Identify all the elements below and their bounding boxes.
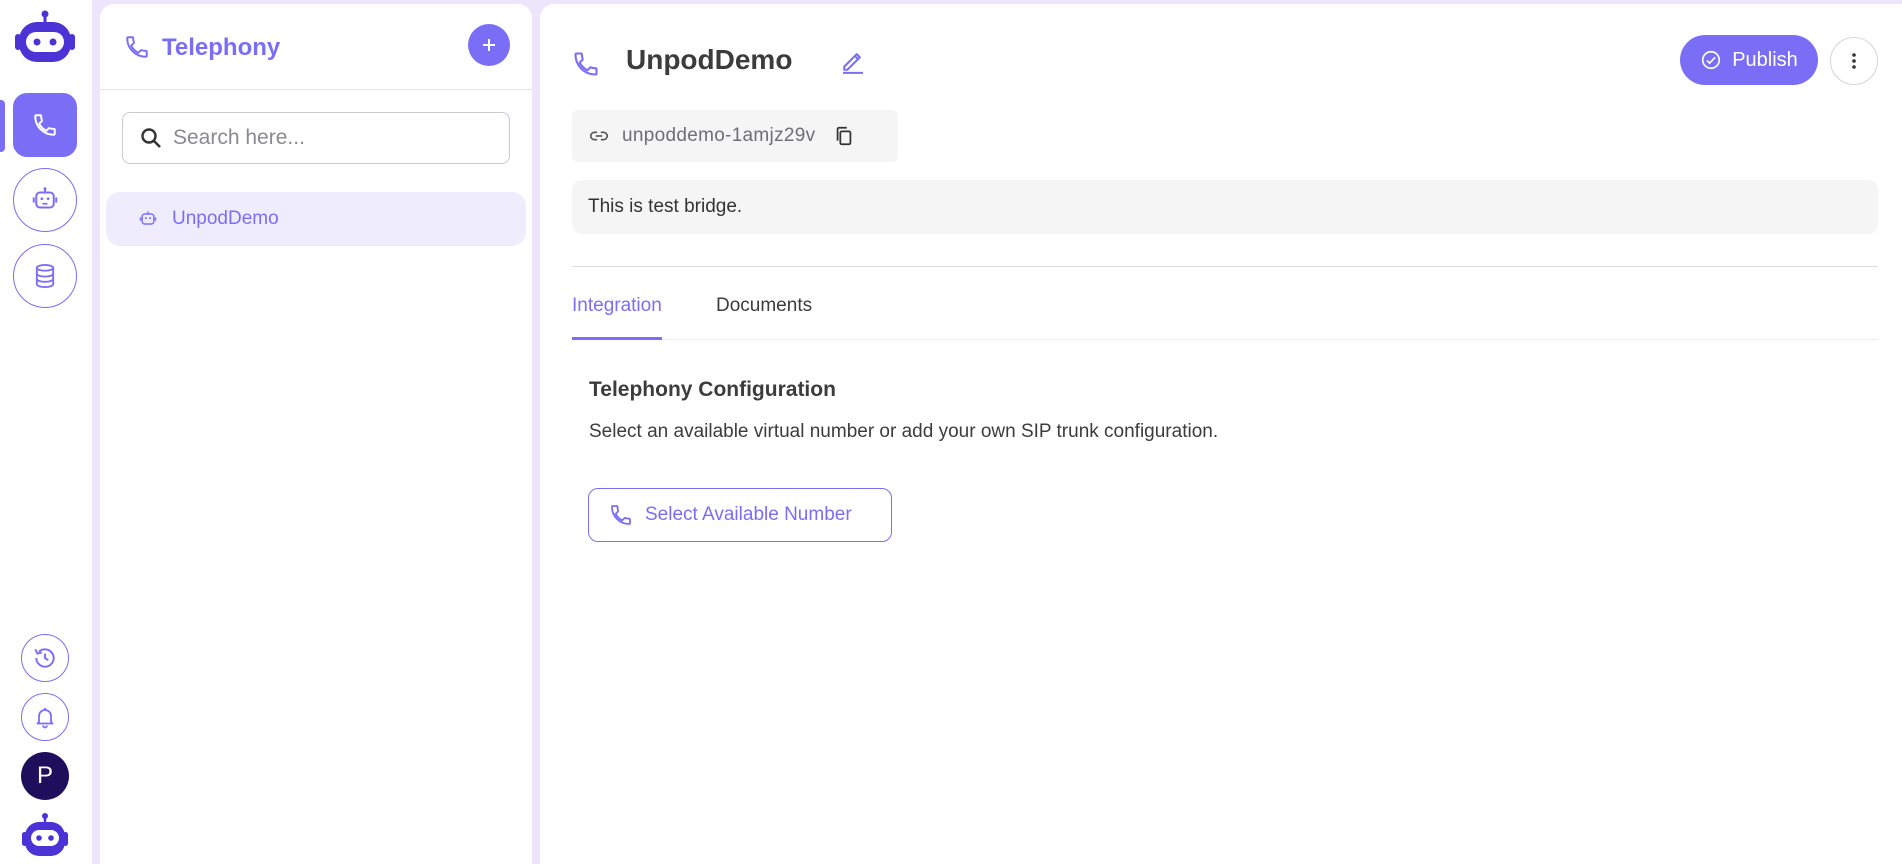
rail-telephony-button[interactable] [13, 93, 77, 157]
select-available-number-button[interactable]: Select Available Number [588, 488, 892, 542]
select-number-label: Select Available Number [645, 504, 852, 525]
add-bridge-button[interactable] [468, 24, 510, 66]
link-icon [589, 131, 609, 141]
tab-bar: Integration Documents [572, 290, 1878, 340]
tab-integration[interactable]: Integration [572, 290, 662, 340]
divider [572, 266, 1878, 267]
copy-icon[interactable] [833, 125, 855, 147]
publish-label: Publish [1732, 48, 1798, 71]
left-rail: P [0, 0, 92, 864]
database-icon [35, 263, 55, 289]
rail-agents-button[interactable] [13, 168, 77, 232]
slug-text: unpoddemo-1amjz29v [622, 125, 816, 146]
tab-documents[interactable]: Documents [716, 290, 812, 340]
bridge-description: This is test bridge. [572, 180, 1878, 234]
history-button[interactable] [21, 634, 69, 682]
phone-icon [574, 52, 598, 76]
phone-icon [126, 36, 148, 58]
phone-icon [34, 114, 56, 136]
search-box [122, 112, 510, 164]
publish-button[interactable]: Publish [1680, 35, 1818, 85]
page-title: UnpodDemo [626, 44, 793, 75]
search-icon [141, 128, 161, 148]
search-input[interactable] [173, 126, 493, 150]
sidebar-header: Telephony [100, 4, 532, 90]
rail-database-button[interactable] [13, 244, 77, 308]
more-vertical-icon [1852, 53, 1856, 69]
assistant-bot-icon[interactable] [21, 812, 69, 860]
avatar-initial: P [36, 762, 53, 789]
telephony-sidebar: Telephony UnpodDemo [100, 4, 532, 864]
bridge-slug: unpoddemo-1amjz29v [572, 110, 898, 162]
bridge-detail-panel: UnpodDemo Publish unpoddemo-1amjz29v Thi… [540, 4, 1902, 864]
bell-icon [36, 708, 54, 729]
list-item-label: UnpodDemo [172, 208, 279, 229]
history-icon [34, 648, 55, 668]
more-options-button[interactable] [1830, 37, 1878, 85]
robot-icon [139, 211, 157, 225]
config-description: Select an available virtual number or ad… [589, 421, 1219, 442]
sidebar-title: Telephony [162, 34, 281, 61]
robot-icon [32, 187, 58, 209]
app-logo-icon[interactable] [13, 10, 77, 68]
user-avatar[interactable]: P [21, 752, 69, 800]
list-item-unpoddemo[interactable]: UnpodDemo [106, 192, 526, 246]
plus-icon [483, 39, 495, 51]
phone-icon [611, 505, 631, 525]
check-circle-icon [1702, 50, 1721, 70]
edit-icon[interactable] [838, 46, 868, 76]
config-title: Telephony Configuration [589, 378, 836, 401]
active-indicator [0, 100, 5, 152]
notifications-button[interactable] [21, 693, 69, 741]
